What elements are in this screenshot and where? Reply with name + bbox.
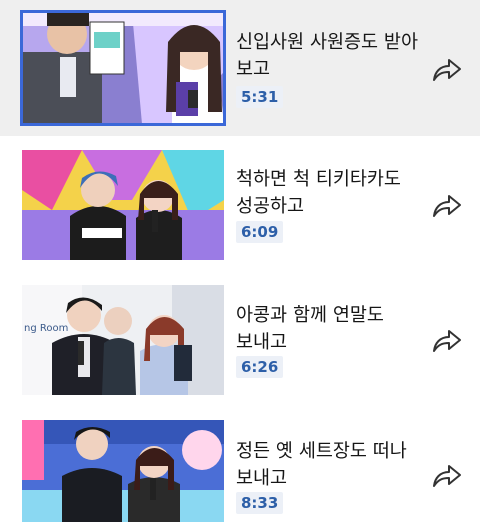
video-title[interactable]: 신입사원 사원증도 받아 보고 xyxy=(236,29,426,83)
video-title[interactable]: 척하면 척 티키타카도 성공하고 xyxy=(236,166,426,220)
share-arrow-icon[interactable] xyxy=(432,328,462,354)
video-duration-badge: 6:26 xyxy=(236,356,284,378)
video-list-item[interactable]: ng Room 아콩과 함께 연말도 보내고 6:26 xyxy=(0,271,480,406)
video-list: 신입사원 사원증도 받아 보고 5:31 척하면 척 티키타카도 성공하고 6:… xyxy=(0,0,480,522)
video-list-item[interactable]: 신입사원 사원증도 받아 보고 5:31 xyxy=(0,0,480,136)
video-duration-badge: 8:33 xyxy=(236,492,284,514)
video-thumbnail[interactable] xyxy=(20,10,226,126)
video-duration-badge: 6:09 xyxy=(236,221,284,243)
video-list-item[interactable]: 정든 옛 세트장도 떠나 보내고 8:33 xyxy=(0,406,480,522)
video-title[interactable]: 정든 옛 세트장도 떠나 보내고 xyxy=(236,438,426,492)
video-thumbnail[interactable] xyxy=(22,420,224,522)
video-thumbnail[interactable]: ng Room xyxy=(22,285,224,395)
share-arrow-icon[interactable] xyxy=(432,193,462,219)
video-thumbnail[interactable] xyxy=(22,150,224,260)
video-title[interactable]: 아콩과 함께 연말도 보내고 xyxy=(236,302,426,356)
video-list-item[interactable]: 척하면 척 티키타카도 성공하고 6:09 xyxy=(0,136,480,271)
video-duration-badge: 5:31 xyxy=(236,86,284,108)
share-arrow-icon[interactable] xyxy=(432,57,462,83)
room-sign-text: ng Room xyxy=(24,323,68,334)
share-arrow-icon[interactable] xyxy=(432,463,462,489)
